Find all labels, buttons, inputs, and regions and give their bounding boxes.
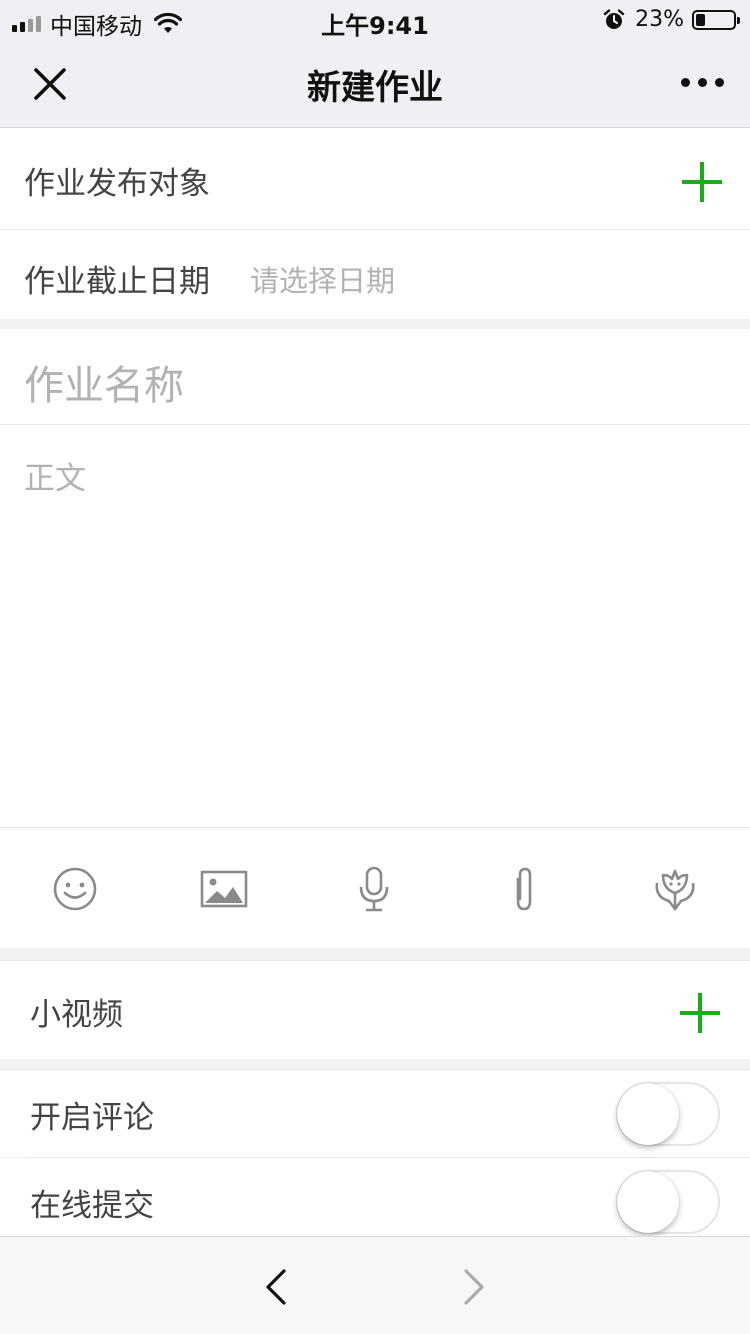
deadline-row[interactable]: 作业截止日期 请选择日期: [0, 230, 750, 319]
body-textarea[interactable]: 正文: [24, 453, 86, 498]
attachment-icon[interactable]: [500, 865, 548, 913]
add-video-icon[interactable]: [680, 993, 720, 1033]
add-target-icon[interactable]: [682, 162, 722, 202]
more-icon[interactable]: [681, 78, 724, 87]
target-label: 作业发布对象: [24, 166, 210, 202]
comments-row: 开启评论: [0, 1069, 750, 1157]
emoji-icon[interactable]: [51, 865, 99, 913]
nav-bar: 新建作业: [0, 40, 750, 128]
deadline-label: 作业截止日期: [24, 264, 210, 300]
microphone-icon[interactable]: [350, 865, 398, 913]
back-arrow-icon[interactable]: [262, 1267, 290, 1307]
alarm-icon: [603, 8, 625, 29]
forward-arrow-icon[interactable]: [460, 1267, 488, 1307]
comments-toggle[interactable]: [616, 1082, 720, 1146]
page-title: 新建作业: [307, 68, 443, 108]
online-submit-toggle[interactable]: [616, 1170, 720, 1234]
target-row[interactable]: 作业发布对象: [0, 128, 750, 229]
small-video-row[interactable]: 小视频: [0, 960, 750, 1059]
status-right: 23%: [603, 7, 740, 32]
homework-name-input[interactable]: 作业名称: [24, 353, 184, 411]
body-area[interactable]: 正文: [0, 425, 750, 827]
battery-icon: [692, 9, 740, 30]
name-row[interactable]: 作业名称: [0, 329, 750, 424]
online-submit-row: 在线提交: [0, 1158, 750, 1236]
online-submit-label: 在线提交: [30, 1188, 154, 1224]
bottom-nav-bar: [0, 1236, 750, 1334]
image-icon[interactable]: [200, 865, 248, 913]
small-video-label: 小视频: [30, 997, 123, 1033]
flower-icon[interactable]: [651, 865, 699, 913]
comments-label: 开启评论: [30, 1100, 154, 1136]
status-bar: 中国移动 上午9:41 23%: [0, 0, 750, 40]
battery-percent: 23%: [635, 7, 684, 32]
deadline-picker[interactable]: 请选择日期: [250, 258, 395, 300]
